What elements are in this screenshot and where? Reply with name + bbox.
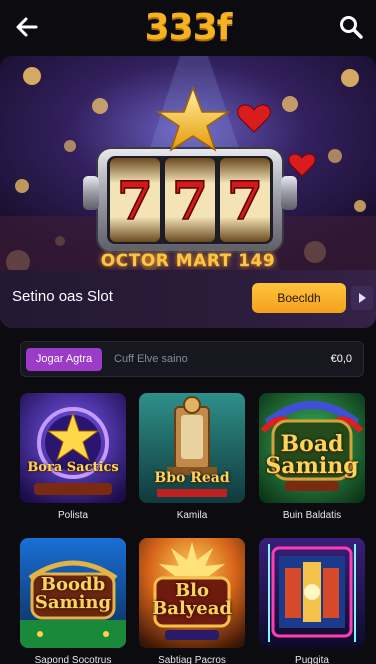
game-label: Kamila [176, 510, 208, 521]
action-bar: Jogar Agtra Cuff Elve saino €0,0 [20, 341, 364, 377]
game-art [139, 393, 245, 503]
featured-banner[interactable]: 7 7 7 OCTOR MART 149 Setino oas Slot Boe… [0, 56, 376, 328]
game-thumbnail[interactable]: Blo Balyead [139, 538, 245, 648]
banner-caption: OCTOR MART 149 [100, 251, 276, 271]
promo-text: Cuff Elve saino [114, 353, 188, 365]
app-header: 333f [0, 0, 376, 54]
play-now-button[interactable]: Jogar Agtra [26, 348, 102, 371]
game-thumbnail[interactable]: Boad Saming [259, 393, 365, 503]
game-art-title: Boodb Saming [34, 574, 112, 613]
game-card[interactable]: Boodb Saming Sapond Socotrus [20, 538, 126, 664]
balance-value: €0,0 [330, 353, 352, 365]
svg-text:7: 7 [172, 171, 208, 232]
game-thumbnail[interactable]: Bora Sactics [20, 393, 126, 503]
game-label: Puggita [295, 655, 329, 664]
app-logo[interactable]: 333f [0, 6, 376, 50]
game-thumbnail[interactable]: Boodb Saming [20, 538, 126, 648]
game-art-title: Boad Saming [265, 431, 359, 479]
game-label: Sabtiag Pacros [158, 655, 226, 664]
svg-text:7: 7 [117, 171, 153, 232]
game-thumbnail[interactable] [259, 538, 365, 648]
game-card[interactable]: Bora Sactics Polista [20, 393, 126, 521]
game-label: Sapond Socotrus [34, 655, 112, 664]
search-icon [340, 16, 363, 39]
game-label: Polista [57, 510, 88, 521]
banner-cta-button[interactable]: Boecldh [252, 283, 346, 313]
banner-title: Setino oas Slot [12, 288, 113, 305]
game-art-title: Bora Sactics [27, 460, 119, 475]
search-button[interactable] [336, 12, 366, 42]
game-label: Buin Baldatis [282, 510, 342, 521]
game-thumbnail[interactable]: Bbo Read [139, 393, 245, 503]
game-art [20, 393, 126, 503]
game-card[interactable]: Blo Balyead Sabtiag Pacros [139, 538, 245, 664]
slot-machine-illustration: 7 7 7 [0, 56, 376, 270]
banner-footer: Setino oas Slot Boecldh [0, 270, 376, 328]
svg-text:7: 7 [227, 171, 263, 232]
game-card[interactable]: Boad Saming Buin Baldatis [259, 393, 365, 521]
game-art [259, 538, 365, 648]
game-art-title: Blo Balyead [152, 580, 232, 619]
game-card[interactable]: Puggita [259, 538, 365, 664]
game-card[interactable]: Bbo Read Kamila [139, 393, 245, 521]
banner-next-button[interactable] [351, 286, 373, 310]
game-art-title: Bbo Read [154, 470, 230, 486]
